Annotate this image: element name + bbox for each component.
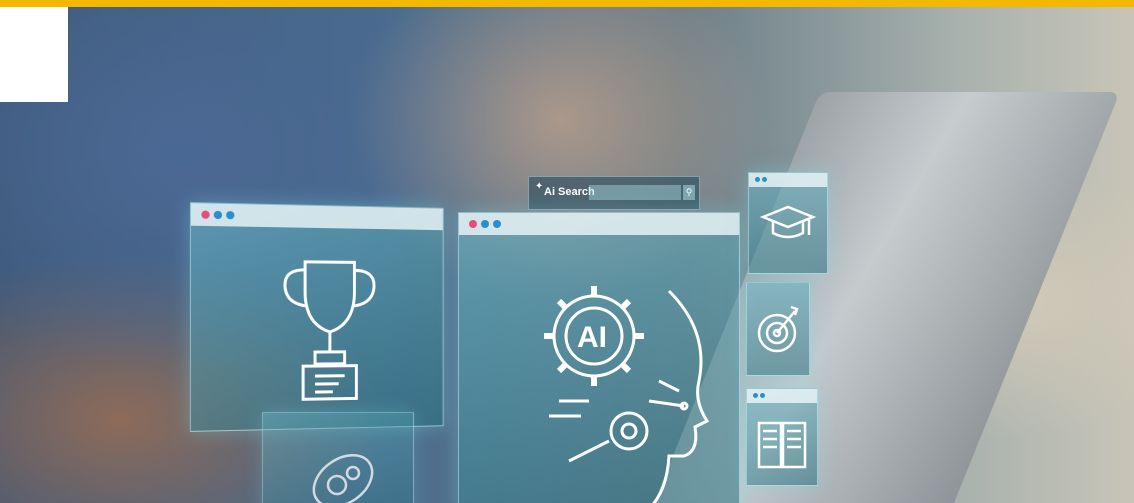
target-icon <box>757 305 799 353</box>
sparkle-icon: ✦ <box>535 181 544 192</box>
pin-icon[interactable]: ⚲ <box>683 185 695 200</box>
trophy-icon <box>275 253 384 404</box>
panel-title-bar <box>459 213 739 235</box>
window-dot-icon <box>755 177 760 182</box>
ai-head-gear-icon: AI <box>544 286 710 503</box>
ai-search-bar[interactable]: ✦ Ai Search ⚲ <box>528 176 700 210</box>
window-dot-icon <box>762 177 767 182</box>
graduation-cap-icon <box>759 205 817 239</box>
window-dot-icon <box>226 211 235 220</box>
panel-title-bar <box>747 389 817 403</box>
white-corner-block <box>0 0 68 102</box>
window-dot-icon <box>760 393 765 398</box>
open-book-icon <box>757 421 807 469</box>
panel-title-bar <box>749 173 827 187</box>
book-panel <box>746 388 818 486</box>
target-panel <box>746 282 810 376</box>
ai-search-label: Ai Search <box>544 186 595 198</box>
trophy-panel <box>189 202 444 432</box>
photo-scene: ✦ Ai Search ⚲ AI <box>0 0 1134 503</box>
ai-head-panel: AI <box>458 212 740 503</box>
window-dot-icon <box>469 220 477 228</box>
window-dot-icon <box>481 220 489 228</box>
window-dot-icon <box>493 220 501 228</box>
ai-gear-text: AI <box>577 321 607 354</box>
window-dot-icon <box>753 393 758 398</box>
gears-panel <box>262 412 414 503</box>
panel-title-bar <box>190 203 443 231</box>
top-accent-bar <box>0 0 1134 7</box>
window-dot-icon <box>201 210 210 219</box>
graduation-panel <box>748 172 828 274</box>
window-dot-icon <box>213 210 223 220</box>
search-input[interactable] <box>589 185 681 200</box>
gears-icon <box>312 454 374 503</box>
